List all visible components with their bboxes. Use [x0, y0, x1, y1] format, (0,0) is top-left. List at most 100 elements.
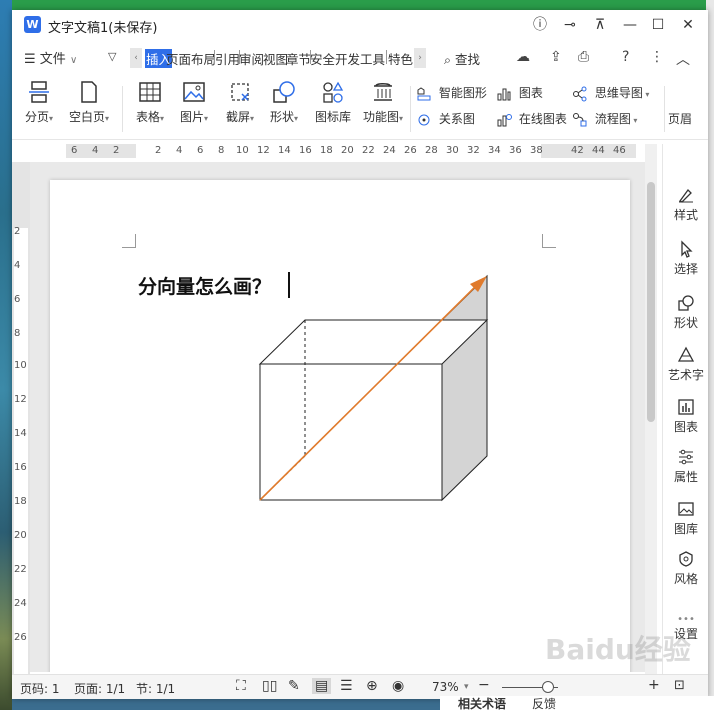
- flowchart-button[interactable]: 流程图 ▾: [572, 110, 637, 128]
- ruler-tick: 2: [113, 145, 120, 156]
- help-icon[interactable]: ?: [622, 49, 629, 65]
- tab-references[interactable]: 引用: [215, 49, 240, 68]
- shapes-button[interactable]: 形状▾: [266, 80, 302, 125]
- right-sidebar: 样式 选择 形状 艺术字 图表 属性 图库 风格 ••• 设置: [662, 144, 708, 674]
- cloud-sync-icon[interactable]: ☁: [516, 49, 530, 65]
- screenshot-icon: [231, 83, 249, 101]
- minimize-button[interactable]: —: [620, 15, 640, 35]
- function-chart-label: 功能图: [362, 110, 399, 124]
- chart-button[interactable]: 图表: [496, 84, 543, 102]
- tabs-scroll-left-icon[interactable]: ‹: [130, 48, 142, 68]
- feedback-link[interactable]: 反馈: [532, 695, 556, 710]
- sidebar-item-shape[interactable]: 形状: [663, 294, 709, 331]
- page-view-icon[interactable]: ▤: [312, 678, 332, 694]
- header-button[interactable]: 页眉: [668, 110, 692, 127]
- function-chart-button[interactable]: 功能图▾: [360, 80, 406, 125]
- zoom-slider-knob[interactable]: [542, 681, 554, 693]
- close-button[interactable]: ✕: [678, 15, 698, 35]
- horizontal-ruler[interactable]: 6 4 2 2 4 6 8 10 12 14 16 18 20 22 24 26…: [66, 144, 636, 160]
- document-canvas[interactable]: 分向量怎么画？: [30, 162, 654, 672]
- mind-map-icon: [573, 86, 587, 101]
- tab-developer[interactable]: 开发工具: [335, 49, 385, 68]
- web-view-icon[interactable]: ⊕: [366, 678, 378, 694]
- document-page[interactable]: 分向量怎么画？: [50, 180, 630, 672]
- select-cursor-icon: [681, 240, 693, 258]
- online-chart-button[interactable]: 在线图表: [496, 110, 567, 128]
- relation-diagram-button[interactable]: 关系图: [416, 110, 475, 128]
- hamburger-icon: ☰: [24, 52, 36, 67]
- tab-chapter[interactable]: 章节: [286, 49, 311, 68]
- online-chart-icon: [497, 113, 512, 126]
- toolbar-divider: [664, 86, 665, 132]
- chart-label: 图表: [518, 86, 543, 100]
- outline-view-icon[interactable]: ☰: [340, 678, 353, 694]
- sidebar-label: 图库: [673, 522, 698, 536]
- info-icon[interactable]: ⓘ: [530, 15, 550, 35]
- export-icon[interactable]: ⎙: [578, 49, 589, 65]
- ruler-tick: 18: [320, 145, 333, 156]
- zoom-in-button[interactable]: +: [648, 677, 660, 693]
- cuboid-vector-drawing[interactable]: [50, 180, 630, 672]
- tab-review[interactable]: 审阅: [239, 49, 264, 68]
- ruler-tick: 10: [236, 145, 249, 156]
- vruler-tick: 22: [14, 564, 27, 575]
- vertical-scrollbar[interactable]: [645, 144, 657, 674]
- relation-diagram-label: 关系图: [438, 112, 475, 126]
- sidebar-item-select[interactable]: 选择: [663, 240, 709, 277]
- tab-page-layout[interactable]: 页面布局: [166, 49, 216, 68]
- tabs-scroll-right-icon[interactable]: ›: [414, 48, 426, 68]
- collapse-ribbon-icon[interactable]: ⊼: [590, 15, 610, 35]
- icon-library-button[interactable]: 图标库: [312, 80, 354, 125]
- table-button[interactable]: 表格▾: [132, 80, 168, 125]
- maximize-button[interactable]: ☐: [648, 15, 668, 35]
- share-icon[interactable]: ⇪: [550, 49, 562, 65]
- fit-window-icon[interactable]: ⊡: [674, 678, 685, 693]
- sidebar-item-style[interactable]: 样式: [663, 186, 709, 223]
- file-menu-button[interactable]: ☰ 文件 ∨: [24, 48, 77, 67]
- zoom-out-button[interactable]: −: [478, 677, 490, 693]
- eye-protection-icon[interactable]: ◉: [392, 678, 404, 694]
- mind-map-button[interactable]: 思维导图 ▾: [572, 84, 649, 102]
- theme-icon: [679, 551, 693, 567]
- smart-art-button[interactable]: 智能图形: [416, 84, 487, 102]
- sidebar-label: 属性: [673, 470, 698, 484]
- more-options-icon[interactable]: ⋮: [650, 49, 664, 65]
- tab-security[interactable]: 安全: [310, 49, 335, 68]
- quick-access-chevron-icon[interactable]: ▽: [108, 50, 116, 63]
- status-section[interactable]: 节: 1/1: [136, 680, 175, 697]
- zoom-level[interactable]: 73%: [432, 680, 459, 694]
- ruler-tick: 42: [571, 145, 584, 156]
- vruler-tick: 26: [14, 632, 27, 643]
- status-page-count[interactable]: 页面: 1/1: [74, 680, 125, 697]
- picture-button[interactable]: 图片▾: [176, 80, 212, 125]
- sidebar-label: 图表: [673, 420, 698, 434]
- reading-mode-icon[interactable]: ▯▯: [262, 678, 277, 694]
- title-bar: W 文字文稿1(未保存) ⓘ ⊸ ⊼ — ☐ ✕: [12, 10, 708, 40]
- sidebar-item-gallery[interactable]: 图库: [663, 500, 709, 537]
- tab-special[interactable]: 特色: [388, 49, 413, 68]
- blank-page-button[interactable]: 空白页▾: [66, 80, 112, 125]
- ruler-tick: 26: [404, 145, 417, 156]
- scrollbar-thumb[interactable]: [647, 182, 655, 422]
- screenshot-button[interactable]: 截屏▾: [222, 80, 258, 125]
- insert-toolbar: 分页▾ 空白页▾ 表格▾ 图片▾ 截屏▾ 形状▾ 图标库 功能图▾ 智能图形 图…: [12, 76, 708, 140]
- collapse-up-icon[interactable]: ︿: [676, 49, 690, 69]
- cuboid-right-face: [441, 274, 488, 502]
- sidebar-item-chart[interactable]: 图表: [663, 398, 709, 435]
- write-mode-icon[interactable]: ✎: [288, 678, 300, 694]
- sidebar-item-properties[interactable]: 属性: [663, 448, 709, 485]
- focus-mode-icon[interactable]: ⛶: [236, 678, 246, 694]
- page-break-button[interactable]: 分页▾: [22, 80, 56, 125]
- status-page-number[interactable]: 页码: 1: [20, 680, 60, 697]
- sidebar-item-theme[interactable]: 风格: [663, 550, 709, 587]
- vruler-tick: 16: [14, 462, 27, 473]
- screenshot-label: 截屏: [225, 110, 250, 124]
- vertical-ruler[interactable]: 2 4 6 8 10 12 14 16 18 20 22 24 26: [12, 162, 30, 688]
- gallery-icon: [678, 502, 694, 516]
- search-button[interactable]: ⌕ 查找: [444, 49, 480, 68]
- page-break-icon: [29, 81, 49, 103]
- tab-view[interactable]: 视图: [263, 49, 288, 68]
- sidebar-item-wordart[interactable]: 艺术字: [663, 346, 709, 383]
- zoom-dropdown-icon[interactable]: ▾: [464, 682, 469, 692]
- pin-icon[interactable]: ⊸: [560, 15, 580, 35]
